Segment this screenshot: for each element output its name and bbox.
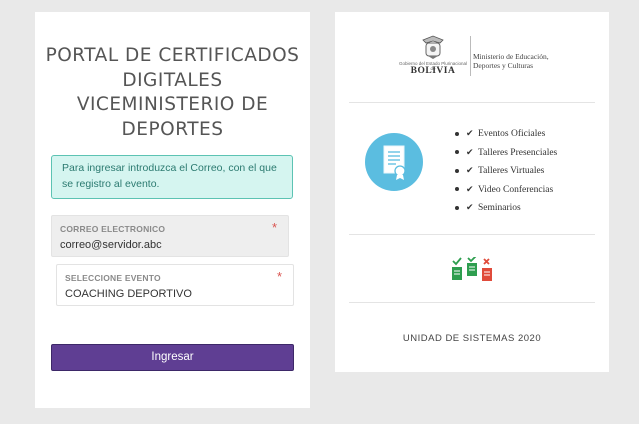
page-title: PORTAL DE CERTIFICADOS DIGITALES VICEMIN… — [35, 44, 310, 142]
bullet-icon — [455, 150, 459, 155]
divider — [349, 102, 595, 103]
submit-button[interactable]: Ingresar — [51, 344, 294, 371]
title-line-2: DIGITALES — [122, 69, 223, 91]
bullet-icon — [455, 168, 459, 173]
title-line-4: DEPORTES — [121, 118, 224, 140]
checkmark-icon: ✔ — [466, 128, 474, 138]
checkmark-icon: ✔ — [466, 202, 474, 212]
checkmark-icon: ✔ — [466, 183, 474, 194]
checkmark-icon: ✔ — [466, 165, 474, 175]
info-alert: Para ingresar introduzca el Correo, con … — [51, 155, 293, 199]
footer-text: UNIDAD DE SISTEMAS 2020 — [402, 333, 542, 344]
country-name: BOLIVIA — [410, 66, 456, 76]
email-field[interactable]: CORREO ELECTRONICO * correo@servidor.abc — [51, 215, 289, 257]
title-line-3: VICEMINISTERIO DE — [76, 94, 269, 115]
event-select[interactable]: SELECCIONE EVENTO * COACHING DEPORTIVO — [56, 264, 294, 306]
checklist-icon — [450, 255, 496, 287]
feature-label: Eventos Oficiales — [478, 129, 546, 139]
login-card: PORTAL DE CERTIFICADOS DIGITALES VICEMIN… — [35, 12, 310, 408]
certificate-icon-badge — [365, 133, 423, 191]
ministry-name-line-2: Deportes y Culturas — [473, 61, 533, 70]
email-required-mark: * — [271, 220, 277, 235]
feature-label: Video Conferencias — [478, 184, 554, 195]
feature-label: Talleres Virtuales — [478, 166, 545, 176]
checkmark-icon: ✔ — [466, 146, 474, 157]
certificate-icon — [383, 145, 406, 180]
coat-of-arms-icon — [422, 35, 444, 59]
event-required-mark: * — [276, 269, 282, 284]
ministry-name: Ministerio de Educación, Deportes y Cult… — [473, 52, 549, 70]
features-list: ✔ Eventos Oficiales ✔ Talleres Presenciale… — [455, 124, 557, 217]
feature-item: ✔ Talleres Virtuales — [455, 161, 557, 180]
bullet-icon — [455, 187, 459, 192]
feature-item: ✔ Seminarios — [455, 198, 557, 217]
feature-item: ✔ Talleres Presenciales — [455, 143, 557, 162]
bullet-icon — [455, 205, 459, 210]
info-card: Gobierno del Estado Plurinacional de BOL… — [335, 12, 609, 372]
email-input[interactable]: correo@servidor.abc — [60, 239, 162, 251]
divider — [349, 234, 595, 235]
divider — [349, 302, 595, 303]
feature-item: ✔ Video Conferencias — [455, 180, 557, 199]
logo-divider — [470, 36, 471, 76]
event-field-label: SELECCIONE EVENTO — [65, 273, 161, 283]
email-field-label: CORREO ELECTRONICO — [60, 224, 166, 234]
feature-label: Talleres Presenciales — [478, 147, 558, 158]
feature-item: ✔ Eventos Oficiales — [455, 124, 557, 143]
ministry-name-line-1: Ministerio de Educación, — [473, 52, 549, 61]
event-select-value[interactable]: COACHING DEPORTIVO — [65, 288, 192, 300]
feature-label: Seminarios — [478, 203, 521, 213]
title-line-1: PORTAL DE CERTIFICADOS — [45, 45, 300, 66]
bullet-icon — [455, 131, 459, 136]
